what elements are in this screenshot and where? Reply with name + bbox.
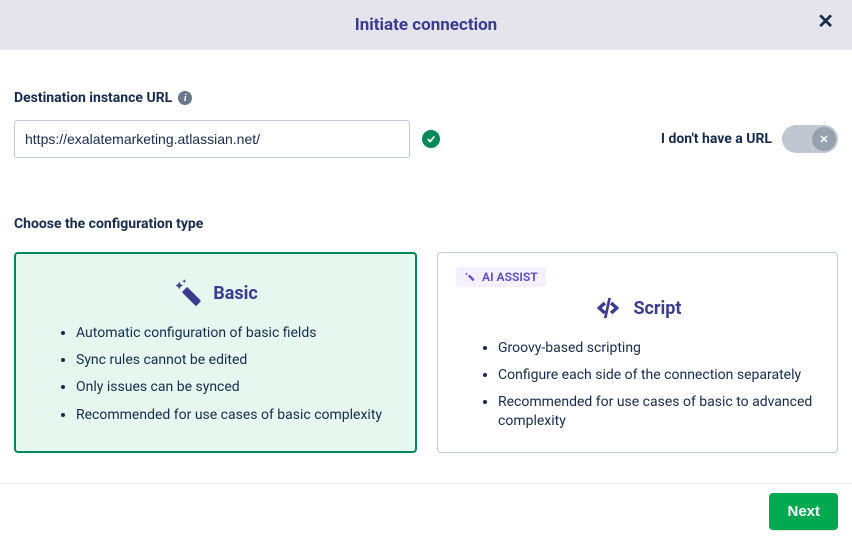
- ai-assist-label: AI ASSIST: [482, 270, 538, 284]
- url-label-row: Destination instance URL i: [14, 90, 838, 106]
- no-url-group: I don't have a URL: [661, 125, 838, 153]
- url-row: I don't have a URL: [14, 120, 838, 158]
- card-script-title: Script: [633, 298, 681, 319]
- list-item: Recommended for use cases of basic compl…: [76, 406, 397, 424]
- card-basic[interactable]: Basic Automatic configuration of basic f…: [14, 252, 417, 453]
- modal-title: Initiate connection: [355, 15, 497, 35]
- ai-assist-badge: AI ASSIST: [456, 267, 546, 287]
- card-basic-title: Basic: [213, 283, 258, 304]
- card-script[interactable]: AI ASSIST Script Groovy-based scripting …: [437, 252, 838, 453]
- card-script-head: Script: [456, 293, 819, 323]
- next-button[interactable]: Next: [769, 493, 838, 530]
- close-button[interactable]: ✕: [817, 12, 834, 32]
- destination-url-input[interactable]: [14, 120, 410, 158]
- url-label: Destination instance URL: [14, 90, 172, 106]
- code-icon: [593, 293, 623, 323]
- modal-header: Initiate connection ✕: [0, 0, 852, 50]
- list-item: Automatic configuration of basic fields: [76, 324, 397, 342]
- card-basic-head: Basic: [34, 278, 397, 308]
- wand-icon: [173, 278, 203, 308]
- config-cards: Basic Automatic configuration of basic f…: [14, 252, 838, 453]
- list-item: Recommended for use cases of basic to ad…: [498, 393, 819, 429]
- list-item: Groovy-based scripting: [498, 339, 819, 357]
- info-icon[interactable]: i: [178, 91, 192, 105]
- close-icon: ✕: [817, 11, 834, 33]
- list-item: Only issues can be synced: [76, 378, 397, 396]
- toggle-knob: [812, 127, 836, 151]
- no-url-toggle[interactable]: [782, 125, 838, 153]
- config-type-label: Choose the configuration type: [14, 216, 838, 232]
- card-basic-bullets: Automatic configuration of basic fields …: [34, 324, 397, 424]
- list-item: Configure each side of the connection se…: [498, 366, 819, 384]
- no-url-label: I don't have a URL: [661, 131, 772, 147]
- list-item: Sync rules cannot be edited: [76, 351, 397, 369]
- card-script-bullets: Groovy-based scripting Configure each si…: [456, 339, 819, 430]
- wand-small-icon: [464, 271, 476, 283]
- modal-footer: Next: [0, 483, 852, 539]
- modal-body: Destination instance URL i I don't have …: [0, 50, 852, 453]
- check-icon: [422, 130, 440, 148]
